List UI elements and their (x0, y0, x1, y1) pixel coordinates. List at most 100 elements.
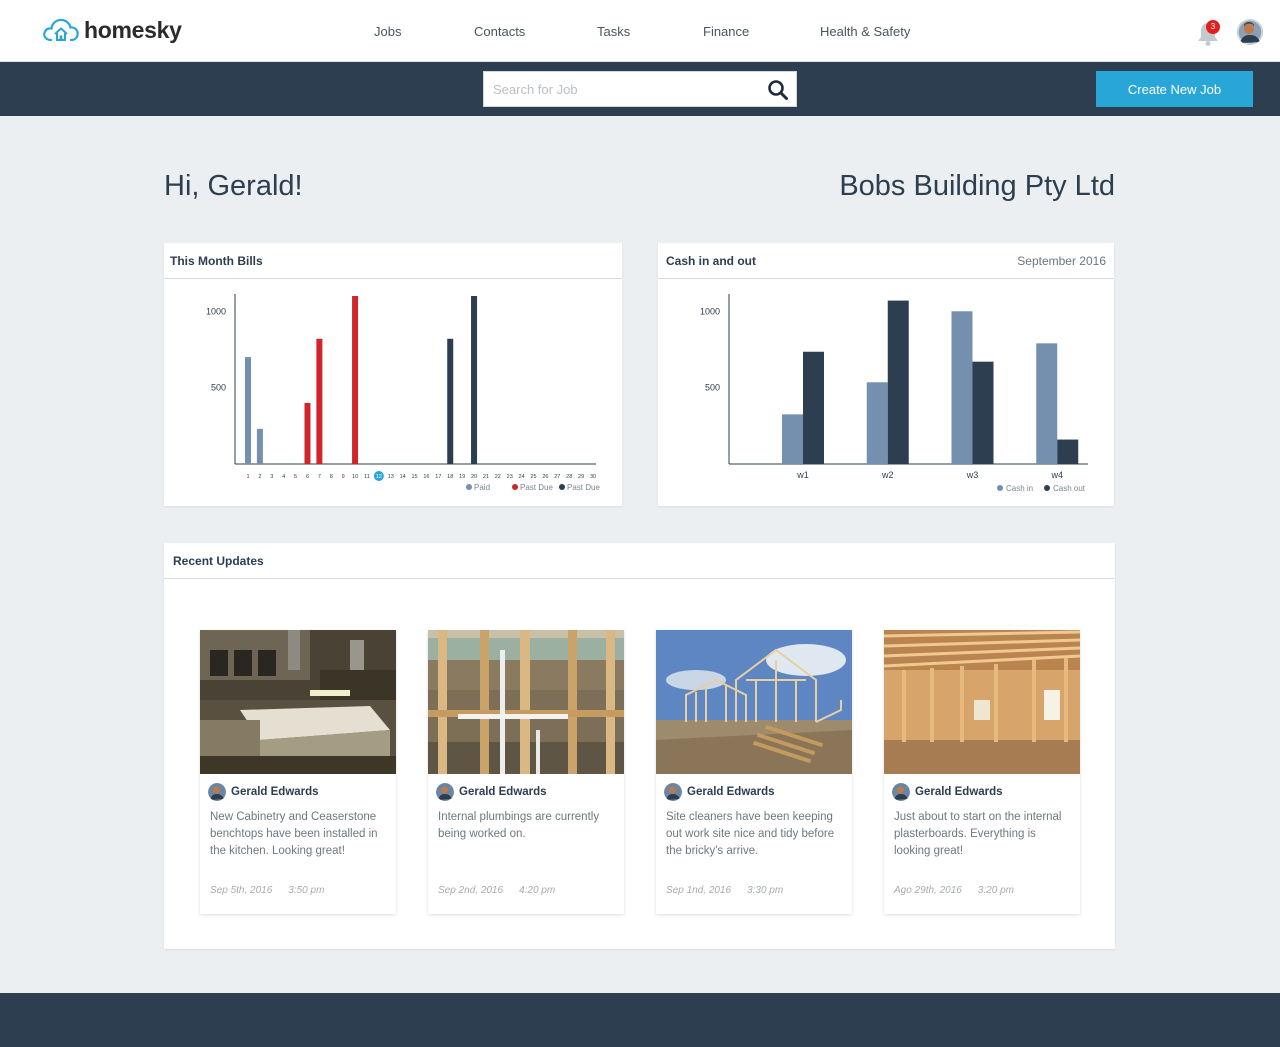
x-tick-label: 3 (270, 474, 273, 480)
legend-marker (466, 484, 472, 490)
legend-marker (512, 484, 518, 490)
bar (352, 296, 359, 464)
recent-updates-header: Recent Updates (164, 543, 1115, 579)
legend-label: Cash out (1053, 484, 1086, 493)
bar (866, 382, 888, 464)
legend-label: Past Due (520, 483, 553, 492)
x-tick-label: 16 (423, 474, 429, 480)
x-tick-label: 25 (530, 474, 536, 480)
x-tick-label: 11 (364, 474, 370, 480)
greeting-title: Hi, Gerald! (164, 170, 303, 202)
plumbing-photo (428, 630, 624, 774)
x-tick-label: 13 (388, 474, 394, 480)
x-tick-label: 28 (566, 474, 572, 480)
x-tick-label: 29 (578, 474, 584, 480)
x-tick-label: 22 (495, 474, 501, 480)
bar (304, 402, 311, 464)
update-timestamp: Ago 29th, 2016 3:20 pm (894, 885, 1014, 896)
update-text: Internal plumbings are currently being w… (438, 811, 600, 840)
update-text: New Cabinetry and Ceaserstone benchtops … (210, 811, 378, 857)
recent-updates-card: Recent Updates Gerald Edwards New Cabine… (164, 543, 1115, 949)
x-tick-label: w2 (881, 470, 894, 480)
x-tick-label: 4 (282, 474, 285, 480)
bills-card-title: This Month Bills (170, 254, 263, 268)
x-tick-label: 6 (306, 474, 309, 480)
x-tick-label: 18 (447, 474, 453, 480)
search-input[interactable] (484, 72, 754, 106)
legend-marker (1044, 485, 1050, 491)
x-tick-label: 10 (352, 474, 358, 480)
top-navigation: homesky Jobs Contacts Tasks Finance Heal… (0, 0, 1280, 62)
x-tick-label: 12 (376, 474, 382, 480)
x-tick-label: 21 (483, 474, 489, 480)
update-author[interactable]: Gerald Edwards (892, 783, 1003, 801)
page-footer (0, 993, 1280, 1047)
cash-card-header: Cash in and out September 2016 (658, 243, 1114, 279)
nav-item-contacts[interactable]: Contacts (474, 24, 525, 39)
user-avatar[interactable] (1237, 19, 1263, 45)
update-author[interactable]: Gerald Edwards (436, 783, 547, 801)
update-timestamp: Sep 2nd, 2016 4:20 pm (438, 885, 556, 896)
x-tick-label: 8 (330, 474, 333, 480)
update-card[interactable]: Gerald Edwards Internal plumbings are cu… (428, 630, 624, 914)
nav-item-health-safety[interactable]: Health & Safety (820, 24, 910, 39)
x-tick-label: w1 (796, 470, 809, 480)
update-author[interactable]: Gerald Edwards (208, 783, 319, 801)
bar (316, 338, 323, 464)
bar (1036, 343, 1058, 464)
x-tick-label: 5 (294, 474, 297, 480)
legend-label: Paid (474, 483, 490, 492)
x-tick-label: 9 (342, 474, 345, 480)
author-avatar (892, 783, 910, 801)
x-tick-label: 17 (435, 474, 441, 480)
cash-chart: 500 1000 w1 w2 w3 w4 Cash in Cash out (700, 294, 1088, 493)
legend-marker (997, 485, 1003, 491)
x-tick-label: 24 (519, 474, 525, 480)
create-new-job-button[interactable]: Create New Job (1096, 71, 1253, 107)
legend-marker (559, 484, 565, 490)
bar (471, 296, 478, 464)
legend-label: Past Due (567, 483, 600, 492)
x-tick-label: 30 (590, 474, 596, 480)
recent-updates-title: Recent Updates (173, 554, 264, 568)
house-frame-photo (656, 630, 852, 774)
notification-badge: 3 (1206, 20, 1220, 34)
kitchen-photo (200, 630, 396, 774)
update-card[interactable]: Gerald Edwards New Cabinetry and Ceasers… (200, 630, 396, 914)
y-tick-label: 500 (705, 383, 720, 393)
action-bar: Create New Job (0, 62, 1280, 116)
x-tick-label: 23 (507, 474, 513, 480)
nav-item-finance[interactable]: Finance (703, 24, 749, 39)
update-timestamp: Sep 1nd, 2016 3:30 pm (666, 885, 784, 896)
x-tick-label: 27 (554, 474, 560, 480)
update-timestamp: Sep 5th, 2016 3:50 pm (210, 885, 325, 896)
bar (887, 300, 909, 464)
update-card[interactable]: Gerald Edwards Just about to start on th… (884, 630, 1080, 914)
x-tick-label: 20 (471, 474, 477, 480)
bar (1057, 439, 1079, 464)
nav-item-tasks[interactable]: Tasks (597, 24, 630, 39)
update-text: Site cleaners have been keeping out work… (666, 811, 835, 857)
y-tick-label: 1000 (206, 306, 226, 316)
search-icon[interactable] (766, 78, 790, 102)
bar (803, 351, 824, 464)
nav-item-jobs[interactable]: Jobs (374, 24, 401, 39)
author-avatar (208, 783, 226, 801)
y-tick-label: 1000 (700, 306, 720, 316)
update-card[interactable]: Gerald Edwards Site cleaners have been k… (656, 630, 852, 914)
update-author[interactable]: Gerald Edwards (664, 783, 775, 801)
x-tick-label: 26 (542, 474, 548, 480)
cash-card-period[interactable]: September 2016 (1017, 254, 1106, 268)
bar (951, 311, 973, 464)
y-tick-label: 500 (211, 383, 226, 393)
bar (782, 414, 803, 464)
main-nav: Jobs Contacts Tasks Finance Health & Saf… (0, 0, 1280, 62)
bills-chart: 50010001 2 3 4 5 6 7 8 9 10 11 12 13 14 15 16 17 18 19 20 21… (206, 294, 600, 492)
bar (245, 357, 251, 464)
timber-frame-photo (884, 630, 1080, 774)
x-tick-label: w3 (966, 470, 979, 480)
cash-card-title: Cash in and out (666, 254, 756, 268)
x-tick-label: 19 (459, 474, 465, 480)
author-avatar (664, 783, 682, 801)
cash-card: Cash in and out September 2016 500 1000 w1… (658, 243, 1114, 506)
